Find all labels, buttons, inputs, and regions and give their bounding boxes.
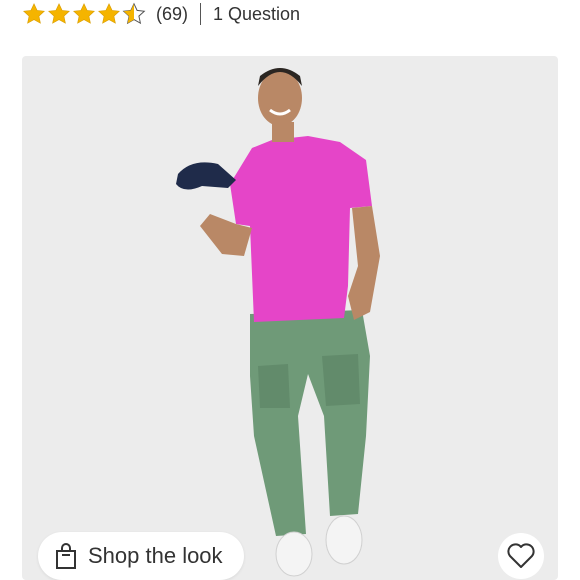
rating-summary: (69) 1 Question (22, 0, 300, 28)
favorite-button[interactable] (498, 533, 544, 579)
star-full-icon (23, 3, 45, 24)
model-photo (176, 68, 380, 577)
star-rating[interactable] (22, 2, 146, 26)
shopping-bag-icon (56, 543, 76, 569)
questions-link[interactable]: 1 Question (213, 4, 300, 25)
star-full-icon (98, 3, 120, 24)
product-image[interactable] (22, 56, 558, 580)
shop-the-look-label: Shop the look (88, 543, 223, 568)
divider (200, 3, 202, 25)
review-count[interactable]: (69) (156, 4, 188, 25)
star-full-icon (73, 3, 95, 24)
shop-the-look-button[interactable]: Shop the look (38, 532, 244, 580)
star-half-icon (122, 2, 146, 25)
heart-icon (507, 543, 535, 568)
star-full-icon (48, 3, 70, 24)
